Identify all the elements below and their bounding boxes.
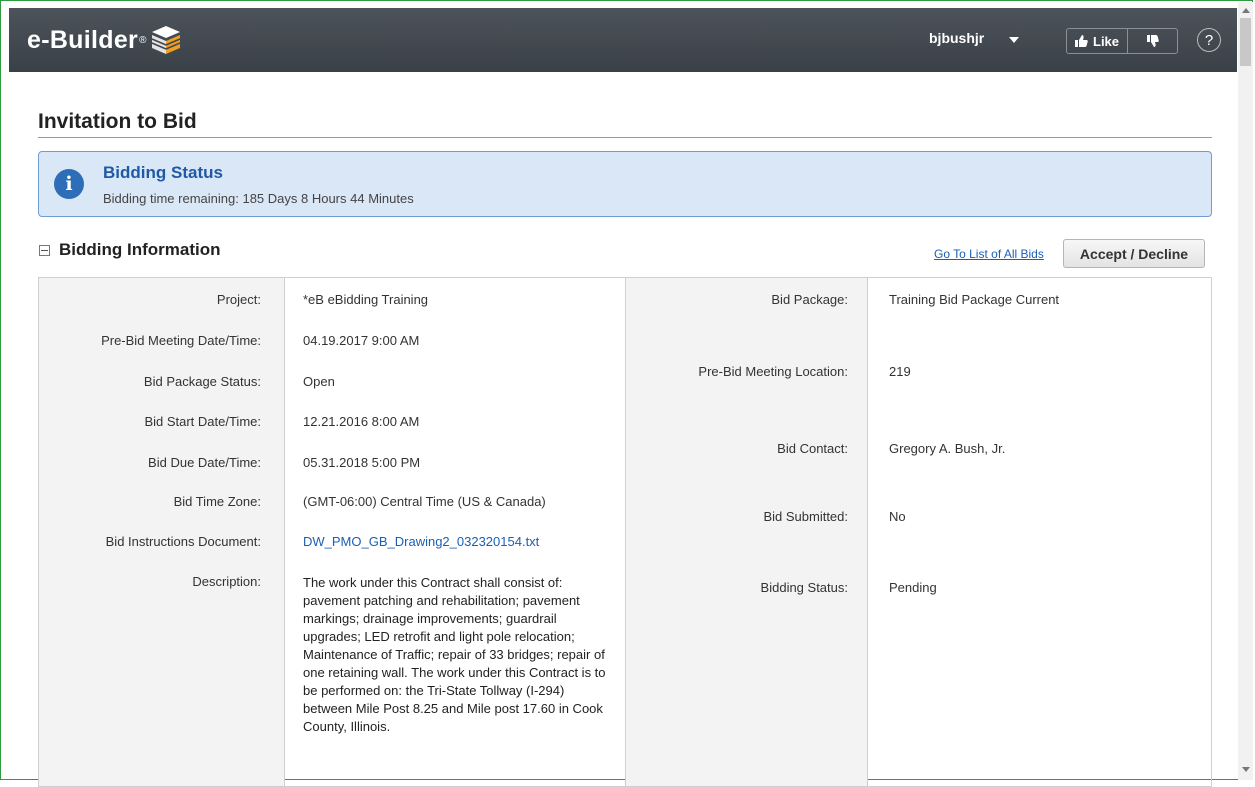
description-label: Description: (192, 574, 261, 589)
logo-text: e-Builder (27, 25, 139, 54)
scroll-up-arrow-icon[interactable] (1242, 8, 1250, 13)
go-to-all-bids-link[interactable]: Go To List of All Bids (934, 247, 1044, 261)
bid-instructions-document-link[interactable]: DW_PMO_GB_Drawing2_032320154.txt (303, 534, 539, 549)
app-header: e-Builder ® bjbushjr Like ? (9, 8, 1237, 72)
left-label-column (39, 278, 284, 786)
pre-bid-meeting-location-label: Pre-Bid Meeting Location: (698, 364, 848, 379)
project-value: *eB eBidding Training (303, 292, 429, 307)
bid-instructions-document-label: Bid Instructions Document: (105, 534, 261, 549)
bid-time-zone-value: (GMT-06:00) Central Time (US & Canada) (303, 494, 546, 509)
user-menu-chevron-down-icon[interactable] (1009, 37, 1019, 43)
scroll-down-arrow-icon[interactable] (1242, 767, 1250, 772)
dislike-button[interactable] (1128, 29, 1177, 53)
status-time-remaining: Bidding time remaining: 185 Days 8 Hours… (103, 191, 414, 206)
bid-due-datetime-label: Bid Due Date/Time: (148, 455, 261, 470)
status-title: Bidding Status (103, 163, 223, 182)
feedback-button-group: Like (1066, 28, 1178, 54)
bid-package-status-label: Bid Package Status: (143, 374, 261, 389)
thumbs-up-icon (1075, 35, 1088, 47)
bid-submitted-label: Bid Submitted: (763, 509, 848, 524)
thumbs-down-icon (1146, 35, 1159, 47)
bid-start-datetime-label: Bid Start Date/Time: (144, 414, 261, 429)
section-title: Bidding Information (59, 240, 221, 259)
title-divider (38, 137, 1212, 138)
bid-due-datetime-value: 05.31.2018 5:00 PM (303, 455, 421, 470)
pre-bid-meeting-datetime-value: 04.19.2017 9:00 AM (303, 333, 420, 348)
project-label: Project: (216, 292, 261, 307)
pre-bid-meeting-datetime-label: Pre-Bid Meeting Date/Time: (101, 333, 261, 348)
logo[interactable]: e-Builder ® (27, 22, 183, 58)
bid-submitted-value: No (889, 509, 906, 524)
bid-contact-value: Gregory A. Bush, Jr. (889, 441, 1006, 456)
bid-package-label: Bid Package: (771, 292, 848, 307)
bidding-info-table: Project: *eB eBidding Training Pre-Bid M… (38, 277, 1212, 787)
right-label-column (626, 278, 867, 786)
pre-bid-meeting-location-value: 219 (889, 364, 911, 379)
bid-contact-label: Bid Contact: (777, 441, 848, 456)
description-value: The work under this Contract shall consi… (303, 575, 606, 734)
info-icon: i (54, 169, 84, 199)
bid-time-zone-label: Bid Time Zone: (173, 494, 261, 509)
logo-registered-mark: ® (139, 34, 147, 46)
like-button[interactable]: Like (1067, 29, 1129, 53)
logo-cube-icon (152, 26, 181, 54)
help-button[interactable]: ? (1197, 28, 1221, 52)
like-button-label: Like (1093, 33, 1120, 49)
scrollbar-thumb[interactable] (1240, 18, 1251, 66)
accept-decline-button[interactable]: Accept / Decline (1063, 239, 1205, 268)
user-menu-name[interactable]: bjbushjr (929, 30, 984, 46)
column-divider (867, 278, 868, 786)
bidding-status-alert: i Bidding Status Bidding time remaining:… (38, 151, 1212, 217)
vertical-scrollbar[interactable] (1238, 2, 1253, 780)
bid-package-value: Training Bid Package Current (889, 292, 1060, 307)
page-title: Invitation to Bid (38, 110, 197, 133)
bid-start-datetime-value: 12.21.2016 8:00 AM (303, 414, 420, 429)
bid-package-status-value: Open (303, 374, 335, 389)
bidding-status-value: Pending (889, 580, 937, 595)
bid-instructions-document-value: DW_PMO_GB_Drawing2_032320154.txt (303, 534, 539, 549)
bidding-status-label: Bidding Status: (760, 580, 848, 595)
column-divider (284, 278, 285, 786)
collapse-section-icon[interactable] (39, 245, 50, 256)
